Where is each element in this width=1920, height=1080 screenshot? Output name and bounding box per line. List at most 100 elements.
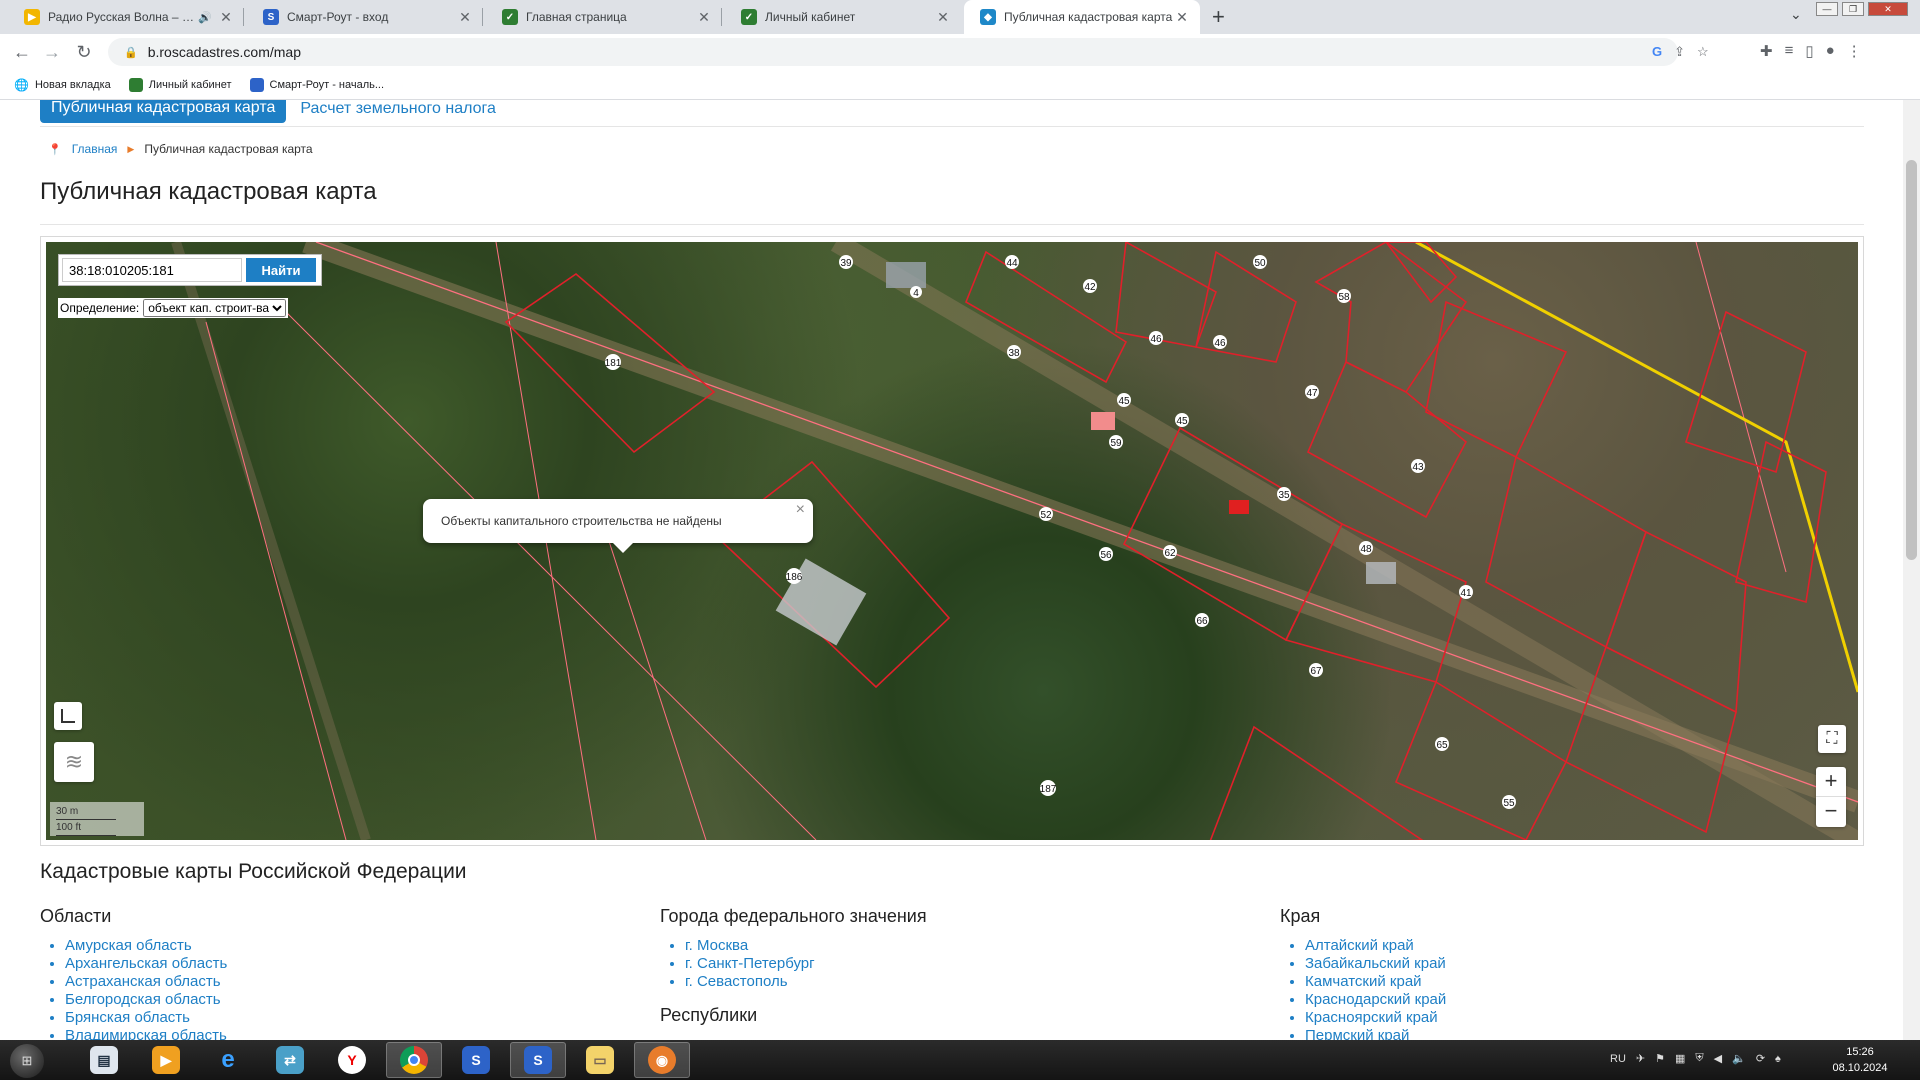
tray-network-icon[interactable]: ▦ [1675,1052,1685,1065]
bookmark-smart-route[interactable]: Смарт-Роут - началь... [249,77,384,92]
parcel-label[interactable]: 46 [1213,335,1227,349]
share-icon[interactable]: ⇪ [1674,44,1685,60]
region-link[interactable]: Камчатский край [1305,973,1422,990]
bookmark-star-icon[interactable]: ☆ [1697,44,1709,60]
close-tab-icon[interactable]: ✕ [457,9,473,26]
layers-button[interactable]: ≋ [54,742,94,782]
reload-button[interactable]: ↻ [72,40,96,64]
restore-button[interactable]: ❐ [1842,2,1864,16]
menu-kebab-icon[interactable]: ⋮ [1847,42,1862,60]
close-tab-icon[interactable]: ✕ [1174,9,1190,26]
parcel-label[interactable]: 41 [1459,585,1473,599]
parcel-label[interactable]: 45 [1117,393,1131,407]
bookmark-new-tab[interactable]: 🌐 Новая вкладка [14,78,111,92]
close-tab-icon[interactable]: ✕ [696,9,712,26]
nav-land-tax[interactable]: Расчет земельного налога [300,100,496,118]
tray-update-icon[interactable]: ⟳ [1756,1052,1765,1065]
close-tab-icon[interactable]: ✕ [935,9,951,26]
taskbar-internet-explorer[interactable]: e [200,1042,256,1078]
parcel-label[interactable]: 50 [1253,255,1267,269]
tab-search-chevron-icon[interactable]: ⌄ [1790,6,1802,23]
region-link[interactable]: Красноярский край [1305,1009,1438,1026]
tray-app2-icon[interactable]: ♠ [1775,1053,1781,1065]
close-tab-icon[interactable]: ✕ [218,9,234,26]
bookmark-cabinet[interactable]: Личный кабинет [128,77,232,92]
parcel-label[interactable]: 55 [1502,795,1516,809]
parcel-label[interactable]: 35 [1277,487,1291,501]
parcel-label[interactable]: 44 [1005,255,1019,269]
taskbar-smart-route[interactable]: S [448,1042,504,1078]
cadastral-number-input[interactable] [62,258,242,282]
parcel-label[interactable]: 46 [1149,331,1163,345]
region-link[interactable]: Архангельская область [65,955,227,972]
taskbar-explorer[interactable]: ▭ [572,1042,628,1078]
region-link[interactable]: г. Москва [685,937,748,954]
media-queue-icon[interactable]: ≡ [1785,42,1794,60]
region-link[interactable]: г. Севастополь [685,973,788,990]
region-link[interactable]: Владимирская область [65,1027,227,1040]
taskbar-yandex[interactable]: Y [324,1042,380,1078]
tray-notify-icon[interactable]: ◀ [1714,1052,1722,1065]
parcel-label[interactable]: 39 [839,255,853,269]
region-link[interactable]: Брянская область [65,1009,190,1026]
tray-security-icon[interactable]: ⛨ [1695,1052,1703,1065]
cadastral-map[interactable]: 39 4 44 42 50 58 181 38 46 46 45 45 59 4… [46,242,1858,840]
speaker-icon[interactable]: 🔊 [198,11,212,24]
back-button[interactable]: ← [10,40,34,64]
parcel-label[interactable]: 43 [1411,459,1425,473]
parcel-label[interactable]: 62 [1163,545,1177,559]
volume-icon[interactable]: 🔈 [1732,1052,1746,1065]
taskbar-network[interactable]: ⇄ [262,1042,318,1078]
page-scrollbar[interactable] [1903,100,1920,1040]
region-link[interactable]: Пермский край [1305,1027,1409,1040]
address-bar[interactable]: 🔒 b.roscadastres.com/map [108,38,1678,66]
side-panel-icon[interactable]: ▯ [1805,42,1813,60]
fullscreen-button[interactable]: ⛶ [1818,725,1846,753]
region-link[interactable]: Амурская область [65,937,192,954]
parcel-label[interactable]: 38 [1007,345,1021,359]
region-link[interactable]: Алтайский край [1305,937,1414,954]
ruler-tool-button[interactable] [54,702,82,730]
language-indicator[interactable]: RU [1610,1053,1626,1065]
tab-cadastral-map[interactable]: ◆ Публичная кадастровая карта ✕ [964,0,1200,34]
parcel-label[interactable]: 66 [1195,613,1209,627]
parcel-label[interactable]: 42 [1083,279,1097,293]
new-tab-button[interactable]: + [1212,4,1225,30]
definition-select[interactable]: объект кап. строит-ва [143,299,287,317]
parcel-label[interactable]: 56 [1099,547,1113,561]
taskbar-chrome[interactable] [386,1042,442,1078]
region-link[interactable]: Белгородская область [65,991,221,1008]
tab-home[interactable]: ✓ Главная страница ✕ [486,0,722,34]
parcel-label[interactable]: 45 [1175,413,1189,427]
nav-cadastral-map[interactable]: Публичная кадастровая карта [40,100,287,123]
system-clock[interactable]: 15:26 08.10.2024 [1825,1044,1895,1076]
parcel-label[interactable]: 65 [1435,737,1449,751]
popup-close-icon[interactable]: × [796,501,805,519]
tray-flag-icon[interactable]: ⚑ [1655,1052,1665,1065]
forward-button[interactable]: → [40,40,64,64]
minimize-button[interactable]: — [1816,2,1838,16]
taskbar-scanner[interactable]: ▤ [76,1042,132,1078]
region-link[interactable]: г. Санкт-Петербург [685,955,815,972]
region-link[interactable]: Краснодарский край [1305,991,1446,1008]
parcel-label[interactable]: 58 [1337,289,1351,303]
zoom-out-button[interactable]: − [1816,797,1846,827]
zoom-in-button[interactable]: + [1816,767,1846,797]
find-button[interactable]: Найти [246,258,316,282]
google-translate-icon[interactable]: G [1652,44,1662,60]
region-link[interactable]: Забайкальский край [1305,955,1446,972]
window-close-button[interactable]: ✕ [1868,2,1908,16]
extensions-puzzle-icon[interactable]: ✚ [1760,42,1773,60]
tab-cabinet[interactable]: ✓ Личный кабинет ✕ [725,0,961,34]
parcel-label[interactable]: 47 [1305,385,1319,399]
start-button[interactable]: ⊞ [10,1044,44,1078]
profile-avatar-icon[interactable]: ● [1826,42,1835,60]
parcel-label[interactable]: 187 [1040,780,1057,796]
taskbar-smart-route-2[interactable]: S [510,1042,566,1078]
tray-app-icon[interactable]: ✈ [1636,1052,1645,1065]
tab-radio[interactable]: ▶ Радио Русская Волна – слуша 🔊 ✕ [8,0,244,34]
region-link[interactable]: Астраханская область [65,973,221,990]
taskbar-eye-app[interactable]: ◉ [634,1042,690,1078]
tab-smart-route[interactable]: S Смарт-Роут - вход ✕ [247,0,483,34]
taskbar-media-player[interactable]: ▶ [138,1042,194,1078]
